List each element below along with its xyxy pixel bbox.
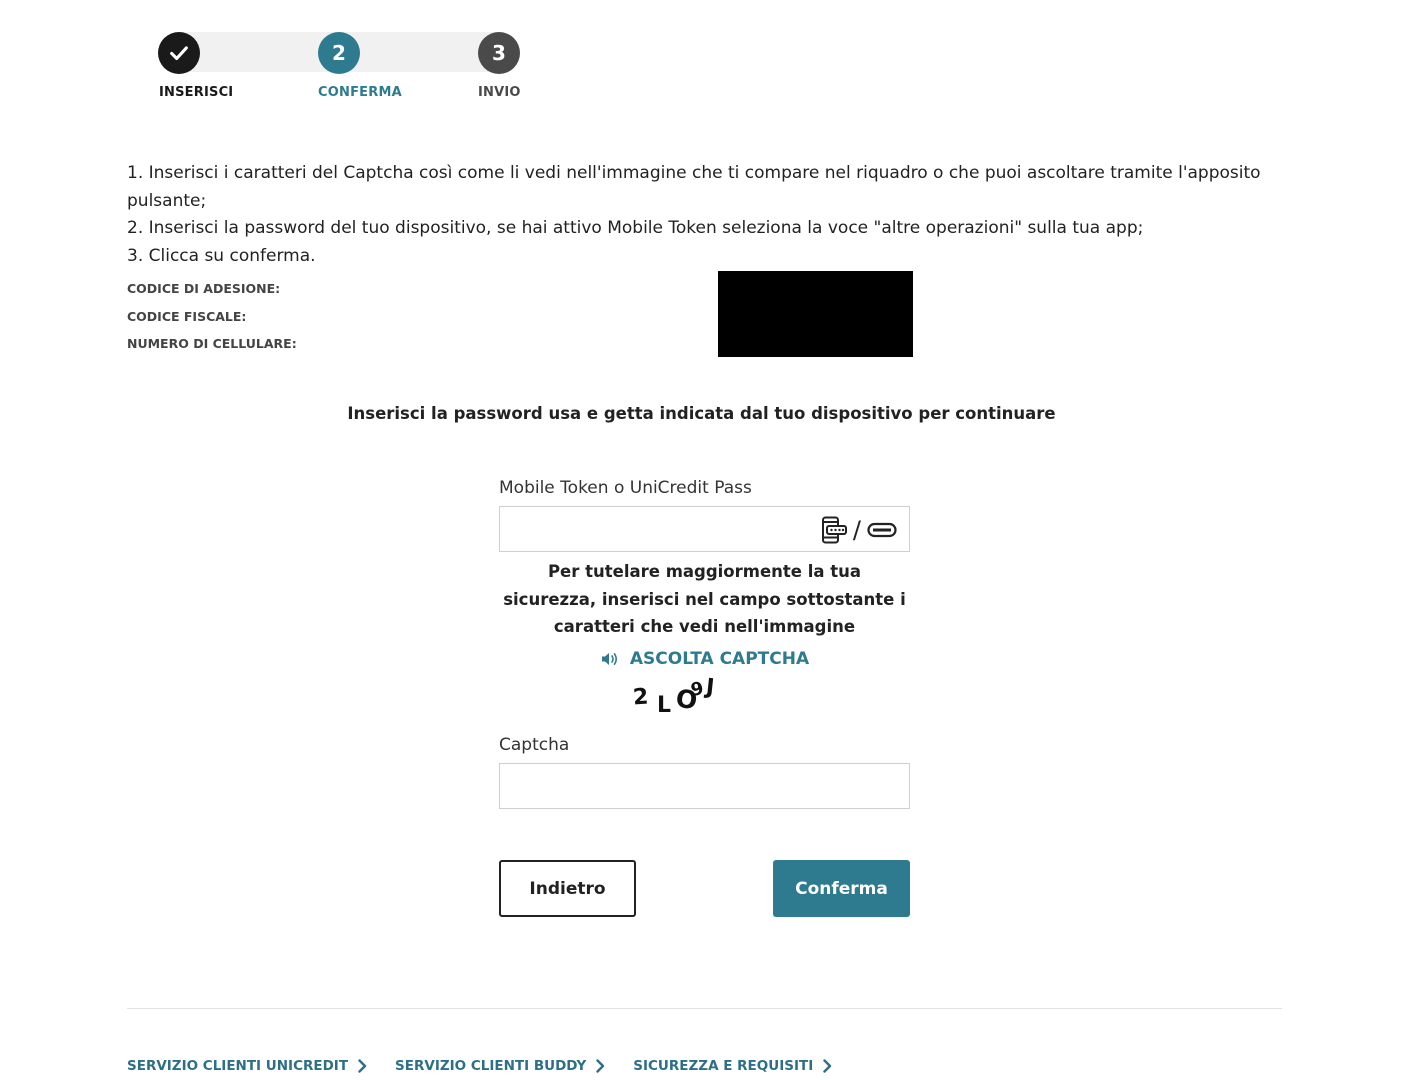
icon-separator: / bbox=[852, 516, 861, 544]
footer-link-label: SERVIZIO CLIENTI UNICREDIT bbox=[127, 1058, 349, 1074]
unicredit-pass-icon bbox=[867, 522, 897, 538]
token-field-label: Mobile Token o UniCredit Pass bbox=[499, 478, 752, 498]
footer-links: SERVIZIO CLIENTI UNICREDIT SERVIZIO CLIE… bbox=[127, 1058, 832, 1074]
step-3-label: INVIO bbox=[478, 85, 521, 100]
captcha-char: J bbox=[704, 674, 716, 700]
chevron-right-icon bbox=[823, 1059, 832, 1073]
instruction-item: 3. Clicca su conferma. bbox=[127, 245, 316, 266]
checkmark-icon bbox=[170, 46, 188, 61]
audio-captcha-label: ASCOLTA CAPTCHA bbox=[629, 648, 810, 669]
footer-divider bbox=[127, 1008, 1282, 1009]
audio-captcha-button[interactable]: ASCOLTA CAPTCHA bbox=[499, 649, 910, 669]
account-info: CODICE DI ADESIONE: CODICE FISCALE: NUME… bbox=[127, 280, 297, 363]
instruction-item: 1. Inserisci i caratteri del Captcha cos… bbox=[127, 163, 1261, 211]
token-icons: / bbox=[821, 516, 897, 544]
codice-fiscale-label: CODICE FISCALE: bbox=[127, 308, 247, 324]
chevron-right-icon bbox=[596, 1059, 605, 1073]
step-1-completed bbox=[158, 32, 200, 74]
step-2-label: CONFERMA bbox=[318, 85, 402, 100]
footer-link-label: SERVIZIO CLIENTI BUDDY bbox=[395, 1058, 587, 1074]
token-input-wrapper: / bbox=[499, 506, 910, 552]
captcha-char: 2 bbox=[632, 683, 650, 711]
step-2-number: 2 bbox=[332, 41, 346, 65]
chevron-right-icon bbox=[358, 1059, 367, 1073]
back-button[interactable]: Indietro bbox=[499, 860, 636, 917]
step-1-label: INSERISCI bbox=[159, 85, 234, 100]
password-prompt: Inserisci la password usa e getta indica… bbox=[347, 404, 1056, 423]
instruction-item: 2. Inserisci la password del tuo disposi… bbox=[127, 218, 1144, 238]
codice-adesione-label: CODICE DI ADESIONE: bbox=[127, 281, 281, 296]
confirm-form: Mobile Token o UniCredit Pass / Per tute… bbox=[499, 478, 910, 809]
captcha-char: L bbox=[657, 692, 672, 718]
captcha-input[interactable] bbox=[500, 763, 909, 808]
security-text: Per tutelare maggiormente la tua sicurez… bbox=[503, 562, 906, 636]
redacted-values bbox=[718, 271, 913, 357]
captcha-image: 2 L O 9 J bbox=[499, 674, 910, 723]
speaker-icon bbox=[601, 652, 617, 665]
form-actions: Indietro Conferma bbox=[499, 860, 910, 917]
confirm-button[interactable]: Conferma bbox=[773, 860, 910, 917]
step-3-pending: 3 bbox=[478, 32, 520, 74]
captcha-field-label: Captcha bbox=[499, 734, 570, 755]
step-3-number: 3 bbox=[492, 41, 506, 65]
progress-stepper: 2 3 INSERISCI CONFERMA INVIO bbox=[0, 0, 600, 110]
footer-link-servizio-clienti-buddy[interactable]: SERVIZIO CLIENTI BUDDY bbox=[395, 1058, 605, 1074]
instructions-list: 1. Inserisci i caratteri del Captcha cos… bbox=[127, 160, 1327, 270]
captcha-input-wrapper bbox=[499, 762, 910, 809]
footer-link-sicurezza-e-requisiti[interactable]: SICUREZZA E REQUISITI bbox=[633, 1058, 832, 1074]
numero-cellulare-label: NUMERO DI CELLULARE: bbox=[127, 336, 297, 351]
mobile-token-icon bbox=[821, 516, 847, 544]
footer-link-servizio-clienti-unicredit[interactable]: SERVIZIO CLIENTI UNICREDIT bbox=[127, 1058, 367, 1074]
footer-link-label: SICUREZZA E REQUISITI bbox=[633, 1058, 814, 1074]
step-2-active: 2 bbox=[318, 32, 360, 74]
